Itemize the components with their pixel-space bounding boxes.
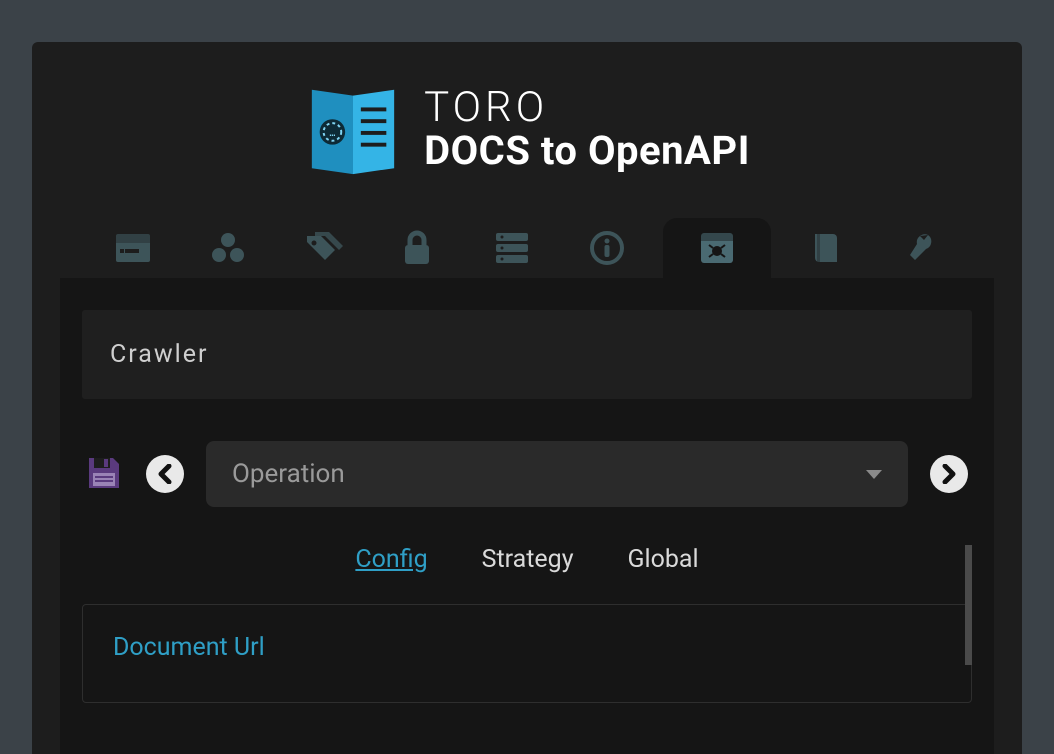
operation-select-label: Operation xyxy=(232,459,345,489)
form-wrap: Config Strategy Global Document Url xyxy=(82,545,972,703)
config-form: Document Url xyxy=(82,604,972,703)
operation-row: Operation xyxy=(82,441,972,507)
tab-security[interactable] xyxy=(378,218,456,278)
tab-crawler[interactable] xyxy=(663,218,771,278)
chevron-left-icon xyxy=(157,464,173,484)
info-icon xyxy=(590,231,624,265)
section-title: Crawler xyxy=(110,340,944,369)
scrollbar[interactable] xyxy=(965,545,972,665)
prev-button[interactable] xyxy=(146,455,184,493)
tags-icon xyxy=(303,232,343,264)
tab-tools[interactable] xyxy=(882,218,960,278)
sub-tab-strip: Config Strategy Global xyxy=(82,545,972,574)
section-header: Crawler xyxy=(82,310,972,399)
sub-tab-config[interactable]: Config xyxy=(355,545,427,574)
wrench-icon xyxy=(906,231,936,265)
tab-docs[interactable] xyxy=(787,218,865,278)
logo-text: TORO DOCS to OpenAPI xyxy=(424,86,750,172)
apps-icon xyxy=(211,232,245,264)
sub-tab-global[interactable]: Global xyxy=(628,545,699,574)
logo-header: … TORO DOCS to OpenAPI xyxy=(32,42,1022,208)
tab-servers[interactable] xyxy=(473,218,551,278)
content-area: Crawler Operation xyxy=(60,278,994,754)
main-tab-strip xyxy=(32,218,1022,278)
crawler-icon xyxy=(699,231,735,265)
tab-tags[interactable] xyxy=(284,218,362,278)
save-button[interactable] xyxy=(86,455,124,493)
tab-schemas[interactable] xyxy=(94,218,172,278)
servers-icon xyxy=(495,232,529,264)
svg-text:…: … xyxy=(330,128,336,139)
document-url-label: Document Url xyxy=(113,633,941,662)
next-button[interactable] xyxy=(930,455,968,493)
tab-info[interactable] xyxy=(568,218,646,278)
logo-line2: DOCS to OpenAPI xyxy=(424,130,750,172)
logo-icon: … xyxy=(304,80,402,178)
floppy-icon xyxy=(86,455,122,491)
caret-down-icon xyxy=(866,470,882,479)
book-icon xyxy=(811,231,841,265)
tab-apps[interactable] xyxy=(189,218,267,278)
sub-tab-strategy[interactable]: Strategy xyxy=(482,545,574,574)
chevron-right-icon xyxy=(941,464,957,484)
lock-icon xyxy=(403,230,431,266)
app-window: … TORO DOCS to OpenAPI xyxy=(32,42,1022,754)
operation-select[interactable]: Operation xyxy=(206,441,908,507)
schemas-icon xyxy=(115,233,151,263)
logo-line1: TORO xyxy=(424,86,750,130)
